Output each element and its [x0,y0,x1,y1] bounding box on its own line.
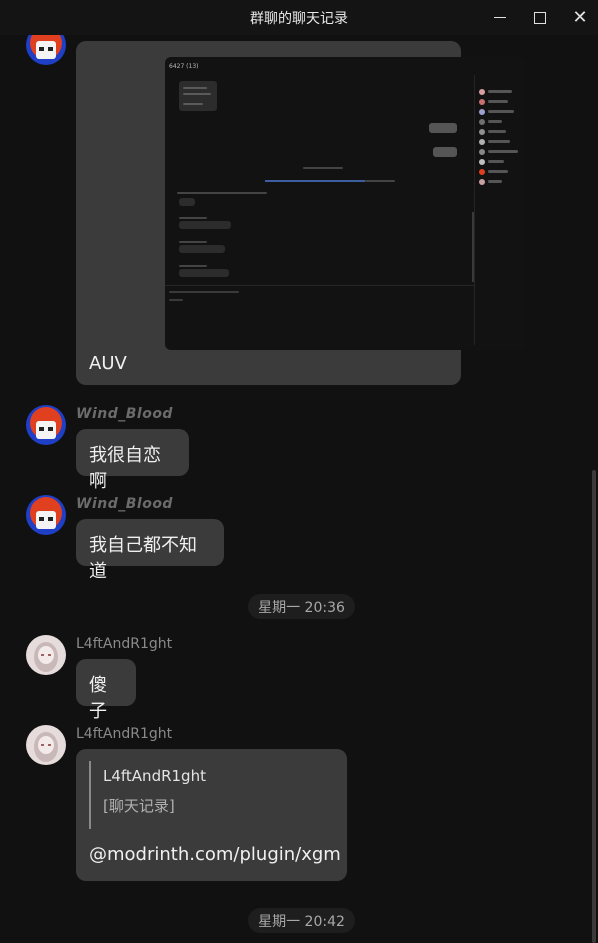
embedded-screenshot-image[interactable]: 6427 (13) [165,57,525,350]
title-bar: 群聊的聊天记录 ✕ [0,0,598,35]
time-separator: 星期一 20:42 [248,908,355,933]
window-title: 群聊的聊天记录 [250,10,348,27]
close-button[interactable]: ✕ [560,0,598,35]
quote-text: [聊天记录] [103,797,175,815]
message-text: 傻子 [89,675,107,722]
sender-name: Wind_Blood [76,406,173,422]
embedded-member-list [474,75,525,345]
avatar-wind-blood-image [26,405,66,445]
chat-history-pane[interactable]: 6427 (13) AUV Wind_Blood 我很自恋啊 Wind_Bloo… [0,35,598,943]
time-separator: 星期一 20:36 [248,594,355,619]
screenshot-message-bubble[interactable]: 6427 (13) AUV [76,41,525,385]
quote-sender: L4ftAndR1ght [103,767,206,785]
minimize-icon [494,17,506,18]
message-text: 我很自恋啊 [89,445,161,492]
avatar[interactable] [26,405,66,445]
screenshot-caption: AUV [89,353,127,374]
avatar[interactable] [26,35,66,65]
message-text: @modrinth.com/plugin/xgm [89,844,341,865]
avatar[interactable] [26,635,66,675]
avatar[interactable] [26,495,66,535]
quoted-message[interactable]: L4ftAndR1ght [聊天记录] [89,761,329,829]
avatar-l4ftandr1ght-image [26,635,66,675]
avatar-wind-blood-image [26,35,66,65]
sender-name: L4ftAndR1ght [76,636,173,652]
message-bubble[interactable]: 我自己都不知道 [76,519,224,582]
message-bubble[interactable]: 傻子 [76,659,136,722]
maximize-icon [534,11,546,24]
minimize-button[interactable] [480,0,520,35]
maximize-button[interactable] [520,0,560,35]
quote-bar [89,761,91,829]
message-bubble[interactable]: 我很自恋啊 [76,429,189,492]
embedded-screenshot-title: 6427 (13) [169,63,199,70]
avatar-l4ftandr1ght-image [26,725,66,765]
sender-name: Wind_Blood [76,496,173,512]
scrollbar-thumb[interactable] [592,470,596,943]
message-text: 我自己都不知道 [89,535,197,582]
message-bubble[interactable]: L4ftAndR1ght [聊天记录] @modrinth.com/plugin… [76,749,347,881]
close-icon: ✕ [572,6,588,28]
avatar[interactable] [26,725,66,765]
time-separator-text: 星期一 20:42 [258,913,345,930]
avatar-wind-blood-image [26,495,66,535]
sender-name: L4ftAndR1ght [76,726,173,742]
time-separator-text: 星期一 20:36 [258,599,345,616]
